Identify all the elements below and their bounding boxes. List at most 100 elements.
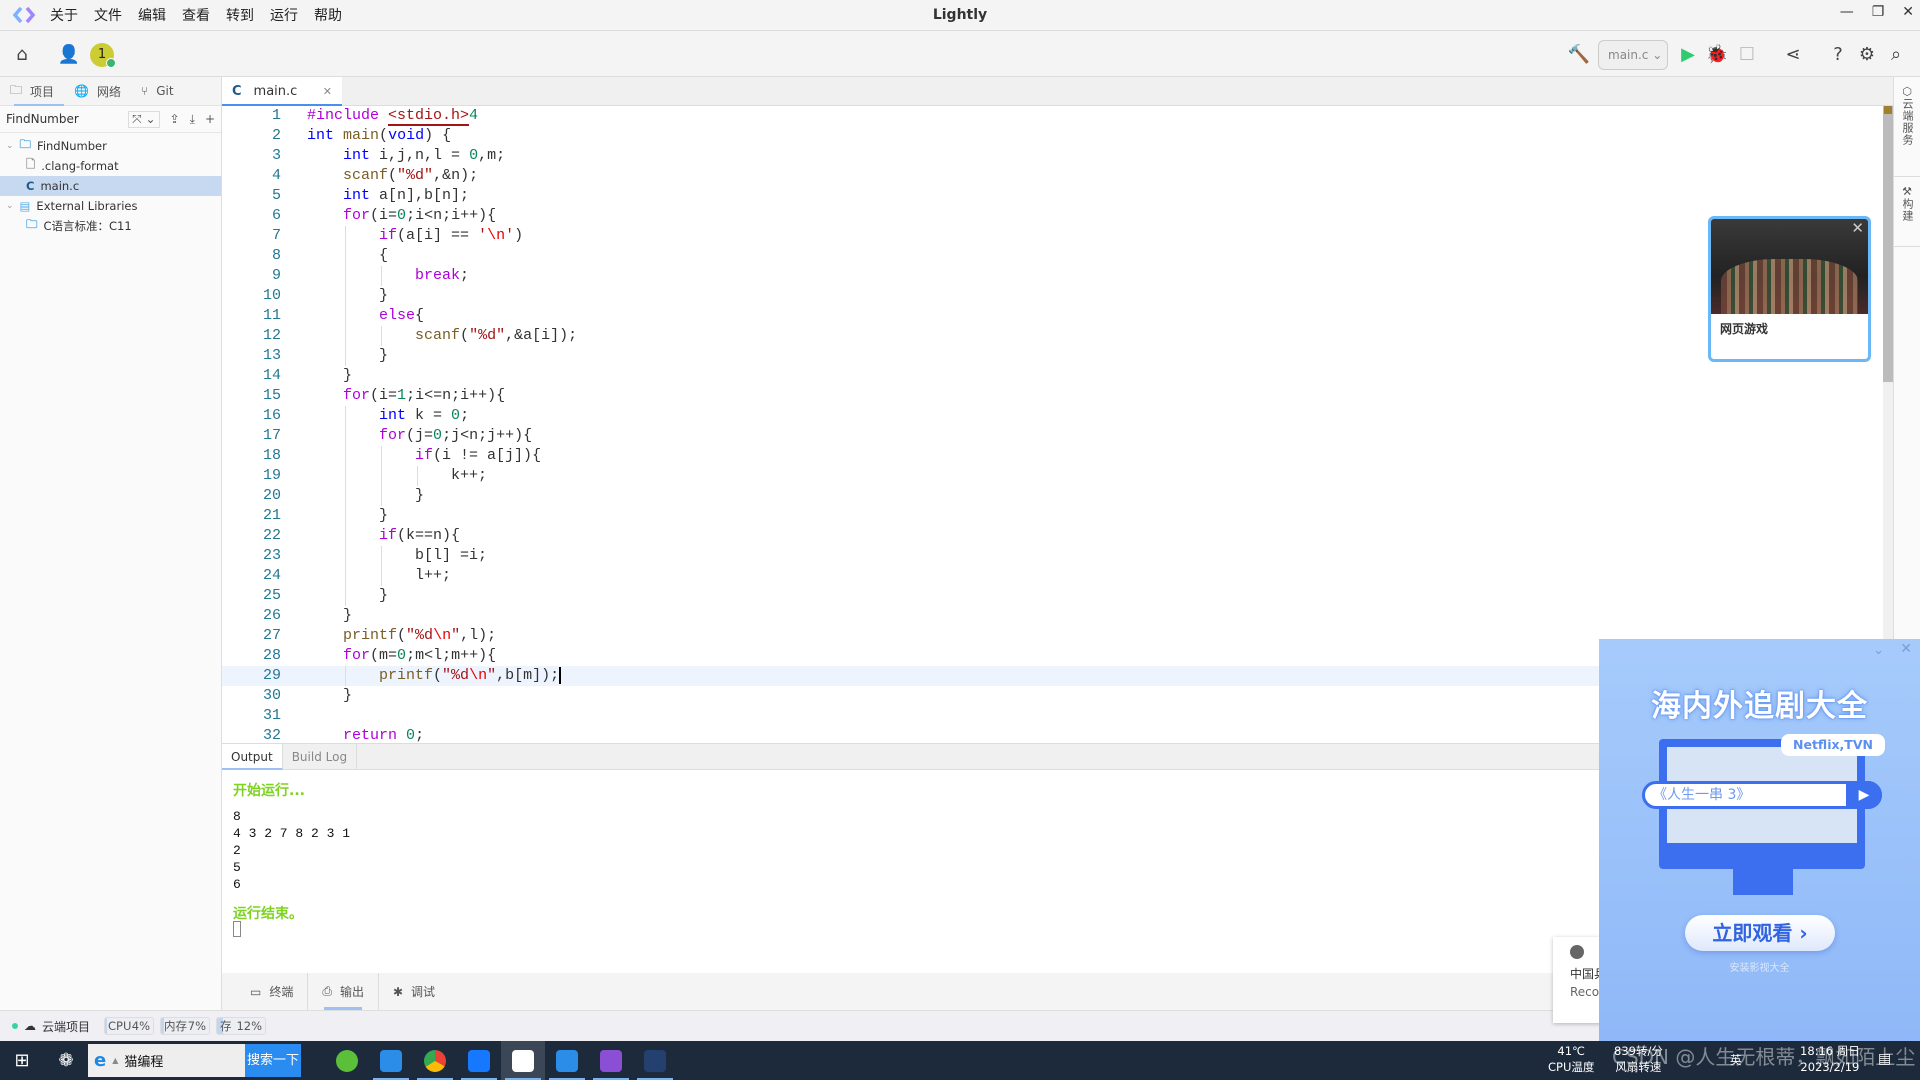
stop-icon[interactable]: ☐ [1736,43,1758,65]
app-icon[interactable]: ❁ [44,1041,88,1080]
cat-app-icon[interactable] [633,1041,677,1080]
share-icon[interactable]: ⋖ [1782,43,1804,65]
code-line[interactable]: 5 int a[n],b[n]; [222,186,1883,206]
tree-item[interactable]: ⌄ ▤ External Libraries [0,196,221,216]
code-text: for(i=0;i<n;i++){ [343,207,497,224]
windows-start-icon[interactable]: ⊞ [0,1041,44,1080]
chrome-icon[interactable] [413,1041,457,1080]
collapse-expand-icon[interactable]: ⤧ ⌄ [128,110,160,128]
code-line[interactable]: 16 int k = 0; [222,406,1883,426]
upload-icon[interactable]: ⇪ [170,112,180,126]
tab-main-c[interactable]: C main.c ✕ [222,77,342,106]
output-console[interactable]: 开始运行... 8 4 3 2 7 8 2 3 1 2 5 6 运行结束。 [222,770,1600,973]
close-tab-icon[interactable]: ✕ [323,85,332,98]
sidebar-tab-git[interactable]: ⑂ Git [131,77,184,106]
add-icon[interactable]: + [205,112,215,126]
tree-item[interactable]: 🗀 C语言标准：C11 [0,216,221,236]
code-line[interactable]: 14 } [222,366,1883,386]
ime-indicator[interactable]: 英 [1730,1052,1742,1068]
tab-output-bottom[interactable]: ⎙ 输出 [308,973,379,1010]
clock[interactable]: 18:16 周日 2023/2/19 [1800,1043,1860,1075]
visual-studio-icon[interactable] [589,1041,633,1080]
add-user-icon[interactable]: 👤 [58,43,80,65]
menu-item[interactable]: 查看 [182,5,210,25]
search-icon[interactable]: ⌕ [1885,43,1907,65]
home-icon[interactable]: ⌂ [11,43,33,65]
store-icon[interactable] [545,1041,589,1080]
code-line[interactable]: 17 for(j=0;j<n;j++){ [222,426,1883,446]
taskbar-search-input[interactable]: e ▲ 猫编程 [88,1044,245,1077]
tab-build-log[interactable]: Build Log [283,744,358,770]
video-ad-popup[interactable]: ⌄ ✕ 海内外追剧大全 Netflix,TVN 《人生一串 3》 ▶ 立即观看 ›… [1599,639,1920,1041]
code-line[interactable]: 18 if(i != a[j]){ [222,446,1883,466]
build-hammer-icon[interactable]: 🔨 [1568,43,1590,65]
cloud-service-button[interactable]: ⬡ 云端服务 [1894,77,1920,177]
code-line[interactable]: 19 k++; [222,466,1883,486]
sidebar-tab-project[interactable]: 🗀 项目 [0,77,65,106]
code-line[interactable]: 13 } [222,346,1883,366]
code-line[interactable]: 15 for(i=1;i<=n;i++){ [222,386,1883,406]
code-line[interactable]: 10 } [222,286,1883,306]
restore-icon[interactable]: ❐ [1872,4,1885,20]
cloud-project-label[interactable]: 云端项目 [42,1018,90,1035]
run-target-select[interactable]: main.c ⌄ [1598,40,1668,70]
tab-terminal[interactable]: ▭ 终端 [236,973,309,1010]
game-ad-popup[interactable]: ✕ 网页游戏 [1708,216,1871,362]
tab-debug[interactable]: ✱ 调试 [379,973,449,1010]
line-number: 32 [262,727,281,743]
code-line[interactable]: 20 } [222,486,1883,506]
menu-item[interactable]: 文件 [94,5,122,25]
close-icon[interactable]: ✕ [1902,4,1914,20]
build-button[interactable]: ⚒ 构建 [1894,177,1920,247]
code-line[interactable]: 7 if(a[i] == '\n') [222,226,1883,246]
code-line[interactable]: 21 } [222,506,1883,526]
tree-item[interactable]: 🗋 .clang-format [0,156,221,176]
taskbar-search-button[interactable]: 搜索一下 [245,1044,301,1077]
code-line[interactable]: 2 int main(void) { [222,126,1883,146]
code-line[interactable]: 26 } [222,606,1883,626]
code-line[interactable]: 3 int i,j,n,l = 0,m; [222,146,1883,166]
close-icon[interactable]: ✕ [1851,219,1864,237]
close-icon[interactable]: ✕ [1900,641,1912,657]
minimize-icon[interactable]: — [1840,4,1854,20]
code-line[interactable]: 4 scanf("%d",&n); [222,166,1883,186]
tree-item[interactable]: ⌄ 🗀 FindNumber [0,136,221,156]
menu-item[interactable]: 运行 [270,5,298,25]
menu-item[interactable]: 编辑 [138,5,166,25]
code-line[interactable]: 22 if(k==n){ [222,526,1883,546]
avatar[interactable]: 1 [90,43,116,68]
code-line[interactable]: 11 else{ [222,306,1883,326]
online-dot-icon [12,1023,18,1029]
ad-search-bar[interactable]: 《人生一串 3》 ▶ [1642,781,1882,809]
resource-meter: 内存 7% [160,1017,211,1035]
menu-item[interactable]: 帮助 [314,5,342,25]
line-number: 6 [271,207,281,224]
collapse-chevron-icon[interactable]: ⌄ [1873,643,1884,658]
settings-gear-icon[interactable]: ⚙ [1856,43,1878,65]
browser-360-icon[interactable] [325,1041,369,1080]
notification-center-icon[interactable]: ▤ [1878,1051,1891,1067]
play-icon[interactable]: ▶ [1846,781,1882,809]
feishu-icon[interactable] [457,1041,501,1080]
tree-item[interactable]: Cmain.c [0,176,221,196]
code-line[interactable]: 8 { [222,246,1883,266]
debug-icon[interactable]: 🐞 [1706,43,1728,65]
watch-now-button[interactable]: 立即观看 › [1685,915,1835,951]
download-icon[interactable]: ⤓ [190,112,195,127]
code-line[interactable]: 1 #include <stdio.h>4 [222,106,1883,126]
code-line[interactable]: 24 l++; [222,566,1883,586]
lightly-taskbar-icon[interactable] [501,1041,545,1080]
code-line[interactable]: 6 for(i=0;i<n;i++){ [222,206,1883,226]
menu-item[interactable]: 关于 [50,5,78,25]
run-icon[interactable]: ▶ [1677,43,1699,65]
sidebar-tab-network[interactable]: 🌐 网络 [64,77,131,106]
tab-output[interactable]: Output [222,744,283,770]
code-line[interactable]: 25 } [222,586,1883,606]
help-icon[interactable]: ? [1827,43,1849,65]
code-line[interactable]: 23 b[l] =i; [222,546,1883,566]
file-explorer-icon[interactable] [369,1041,413,1080]
code-line[interactable]: 9 break; [222,266,1883,286]
code-text: } [307,587,389,604]
code-line[interactable]: 12 scanf("%d",&a[i]); [222,326,1883,346]
menu-item[interactable]: 转到 [226,5,254,25]
